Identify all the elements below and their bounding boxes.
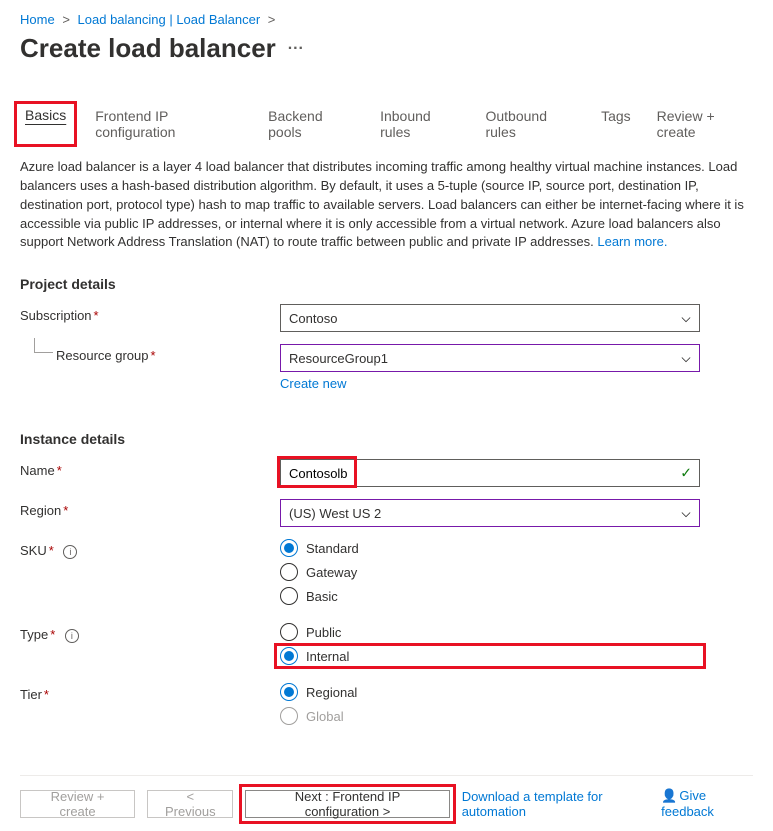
row-subscription: Subscription* Contoso	[20, 304, 753, 332]
highlight-basics-tab: Basics	[14, 101, 77, 147]
review-create-button[interactable]: Review + create	[20, 790, 135, 818]
radio-icon	[280, 683, 298, 701]
label-region: Region*	[20, 499, 280, 518]
row-sku: SKU* i Standard Gateway Basic	[20, 539, 753, 605]
tab-review-create[interactable]: Review + create	[655, 104, 753, 144]
row-name: Name* ✓	[20, 459, 753, 487]
sku-gateway-label: Gateway	[306, 565, 357, 580]
row-type: Type* i Public Internal	[20, 623, 753, 665]
more-actions-icon[interactable]: ···	[288, 40, 304, 58]
breadcrumb-separator: >	[62, 12, 70, 27]
learn-more-link[interactable]: Learn more.	[597, 234, 667, 249]
create-new-link[interactable]: Create new	[280, 376, 346, 391]
section-instance-details: Instance details	[20, 431, 753, 447]
info-icon[interactable]: i	[63, 545, 77, 559]
label-name: Name*	[20, 459, 280, 478]
footer-links: Download a template for automation 👤Give…	[462, 788, 753, 819]
description-text: Azure load balancer is a layer 4 load ba…	[20, 158, 753, 252]
sku-basic-label: Basic	[306, 589, 338, 604]
person-icon: 👤	[661, 788, 677, 803]
tab-backend-pools[interactable]: Backend pools	[266, 104, 356, 144]
label-subscription: Subscription*	[20, 304, 280, 323]
label-type: Type* i	[20, 623, 280, 643]
resource-group-value: ResourceGroup1	[289, 351, 388, 366]
row-region: Region* (US) West US 2	[20, 499, 753, 527]
chevron-down-icon	[681, 313, 691, 323]
previous-button[interactable]: < Previous	[147, 790, 233, 818]
sku-standard-radio[interactable]: Standard	[280, 539, 700, 557]
radio-icon	[280, 539, 298, 557]
label-tier: Tier*	[20, 683, 280, 702]
label-sku: SKU* i	[20, 539, 280, 559]
chevron-down-icon	[681, 508, 691, 518]
subscription-value: Contoso	[289, 311, 337, 326]
info-icon[interactable]: i	[65, 629, 79, 643]
radio-icon	[280, 623, 298, 641]
tab-basics[interactable]: Basics	[23, 103, 68, 127]
radio-icon	[280, 587, 298, 605]
radio-icon	[280, 647, 298, 665]
type-public-radio[interactable]: Public	[280, 623, 700, 641]
tier-global-radio: Global	[280, 707, 700, 725]
radio-icon	[280, 707, 298, 725]
row-resource-group: Resource group* ResourceGroup1 Create ne…	[20, 344, 753, 391]
sku-gateway-radio[interactable]: Gateway	[280, 563, 700, 581]
give-feedback-link[interactable]: 👤Give feedback	[661, 788, 753, 819]
row-tier: Tier* Regional Global	[20, 683, 753, 725]
tab-frontend-ip[interactable]: Frontend IP configuration	[93, 104, 244, 144]
sku-basic-radio[interactable]: Basic	[280, 587, 700, 605]
breadcrumb: Home > Load balancing | Load Balancer >	[20, 12, 753, 27]
section-project-details: Project details	[20, 276, 753, 292]
tier-regional-label: Regional	[306, 685, 357, 700]
label-resource-group: Resource group*	[20, 344, 280, 363]
breadcrumb-home[interactable]: Home	[20, 12, 55, 27]
check-icon: ✓	[680, 465, 692, 482]
type-radio-group: Public Internal	[280, 623, 700, 665]
region-value: (US) West US 2	[289, 506, 381, 521]
page-title-row: Create load balancer ···	[20, 33, 753, 64]
next-button[interactable]: Next : Frontend IP configuration >	[245, 790, 449, 818]
tier-global-label: Global	[306, 709, 344, 724]
footer-bar: Review + create < Previous Next : Fronte…	[20, 775, 753, 819]
type-public-label: Public	[306, 625, 341, 640]
tab-inbound-rules[interactable]: Inbound rules	[378, 104, 461, 144]
chevron-down-icon	[681, 353, 691, 363]
tab-outbound-rules[interactable]: Outbound rules	[483, 104, 577, 144]
page-title: Create load balancer	[20, 33, 276, 64]
subscription-select[interactable]: Contoso	[280, 304, 700, 332]
tabs: Basics Frontend IP configuration Backend…	[20, 104, 753, 144]
tier-regional-radio[interactable]: Regional	[280, 683, 700, 701]
sku-radio-group: Standard Gateway Basic	[280, 539, 700, 605]
radio-icon	[280, 563, 298, 581]
region-select[interactable]: (US) West US 2	[280, 499, 700, 527]
tier-radio-group: Regional Global	[280, 683, 700, 725]
type-internal-label: Internal	[306, 649, 349, 664]
sku-standard-label: Standard	[306, 541, 359, 556]
breadcrumb-load-balancing[interactable]: Load balancing | Load Balancer	[78, 12, 261, 27]
breadcrumb-separator: >	[268, 12, 276, 27]
type-internal-radio[interactable]: Internal	[280, 647, 349, 665]
resource-group-select[interactable]: ResourceGroup1	[280, 344, 700, 372]
tab-tags[interactable]: Tags	[599, 104, 633, 144]
name-input[interactable]	[280, 459, 700, 487]
download-template-link[interactable]: Download a template for automation	[462, 789, 651, 819]
